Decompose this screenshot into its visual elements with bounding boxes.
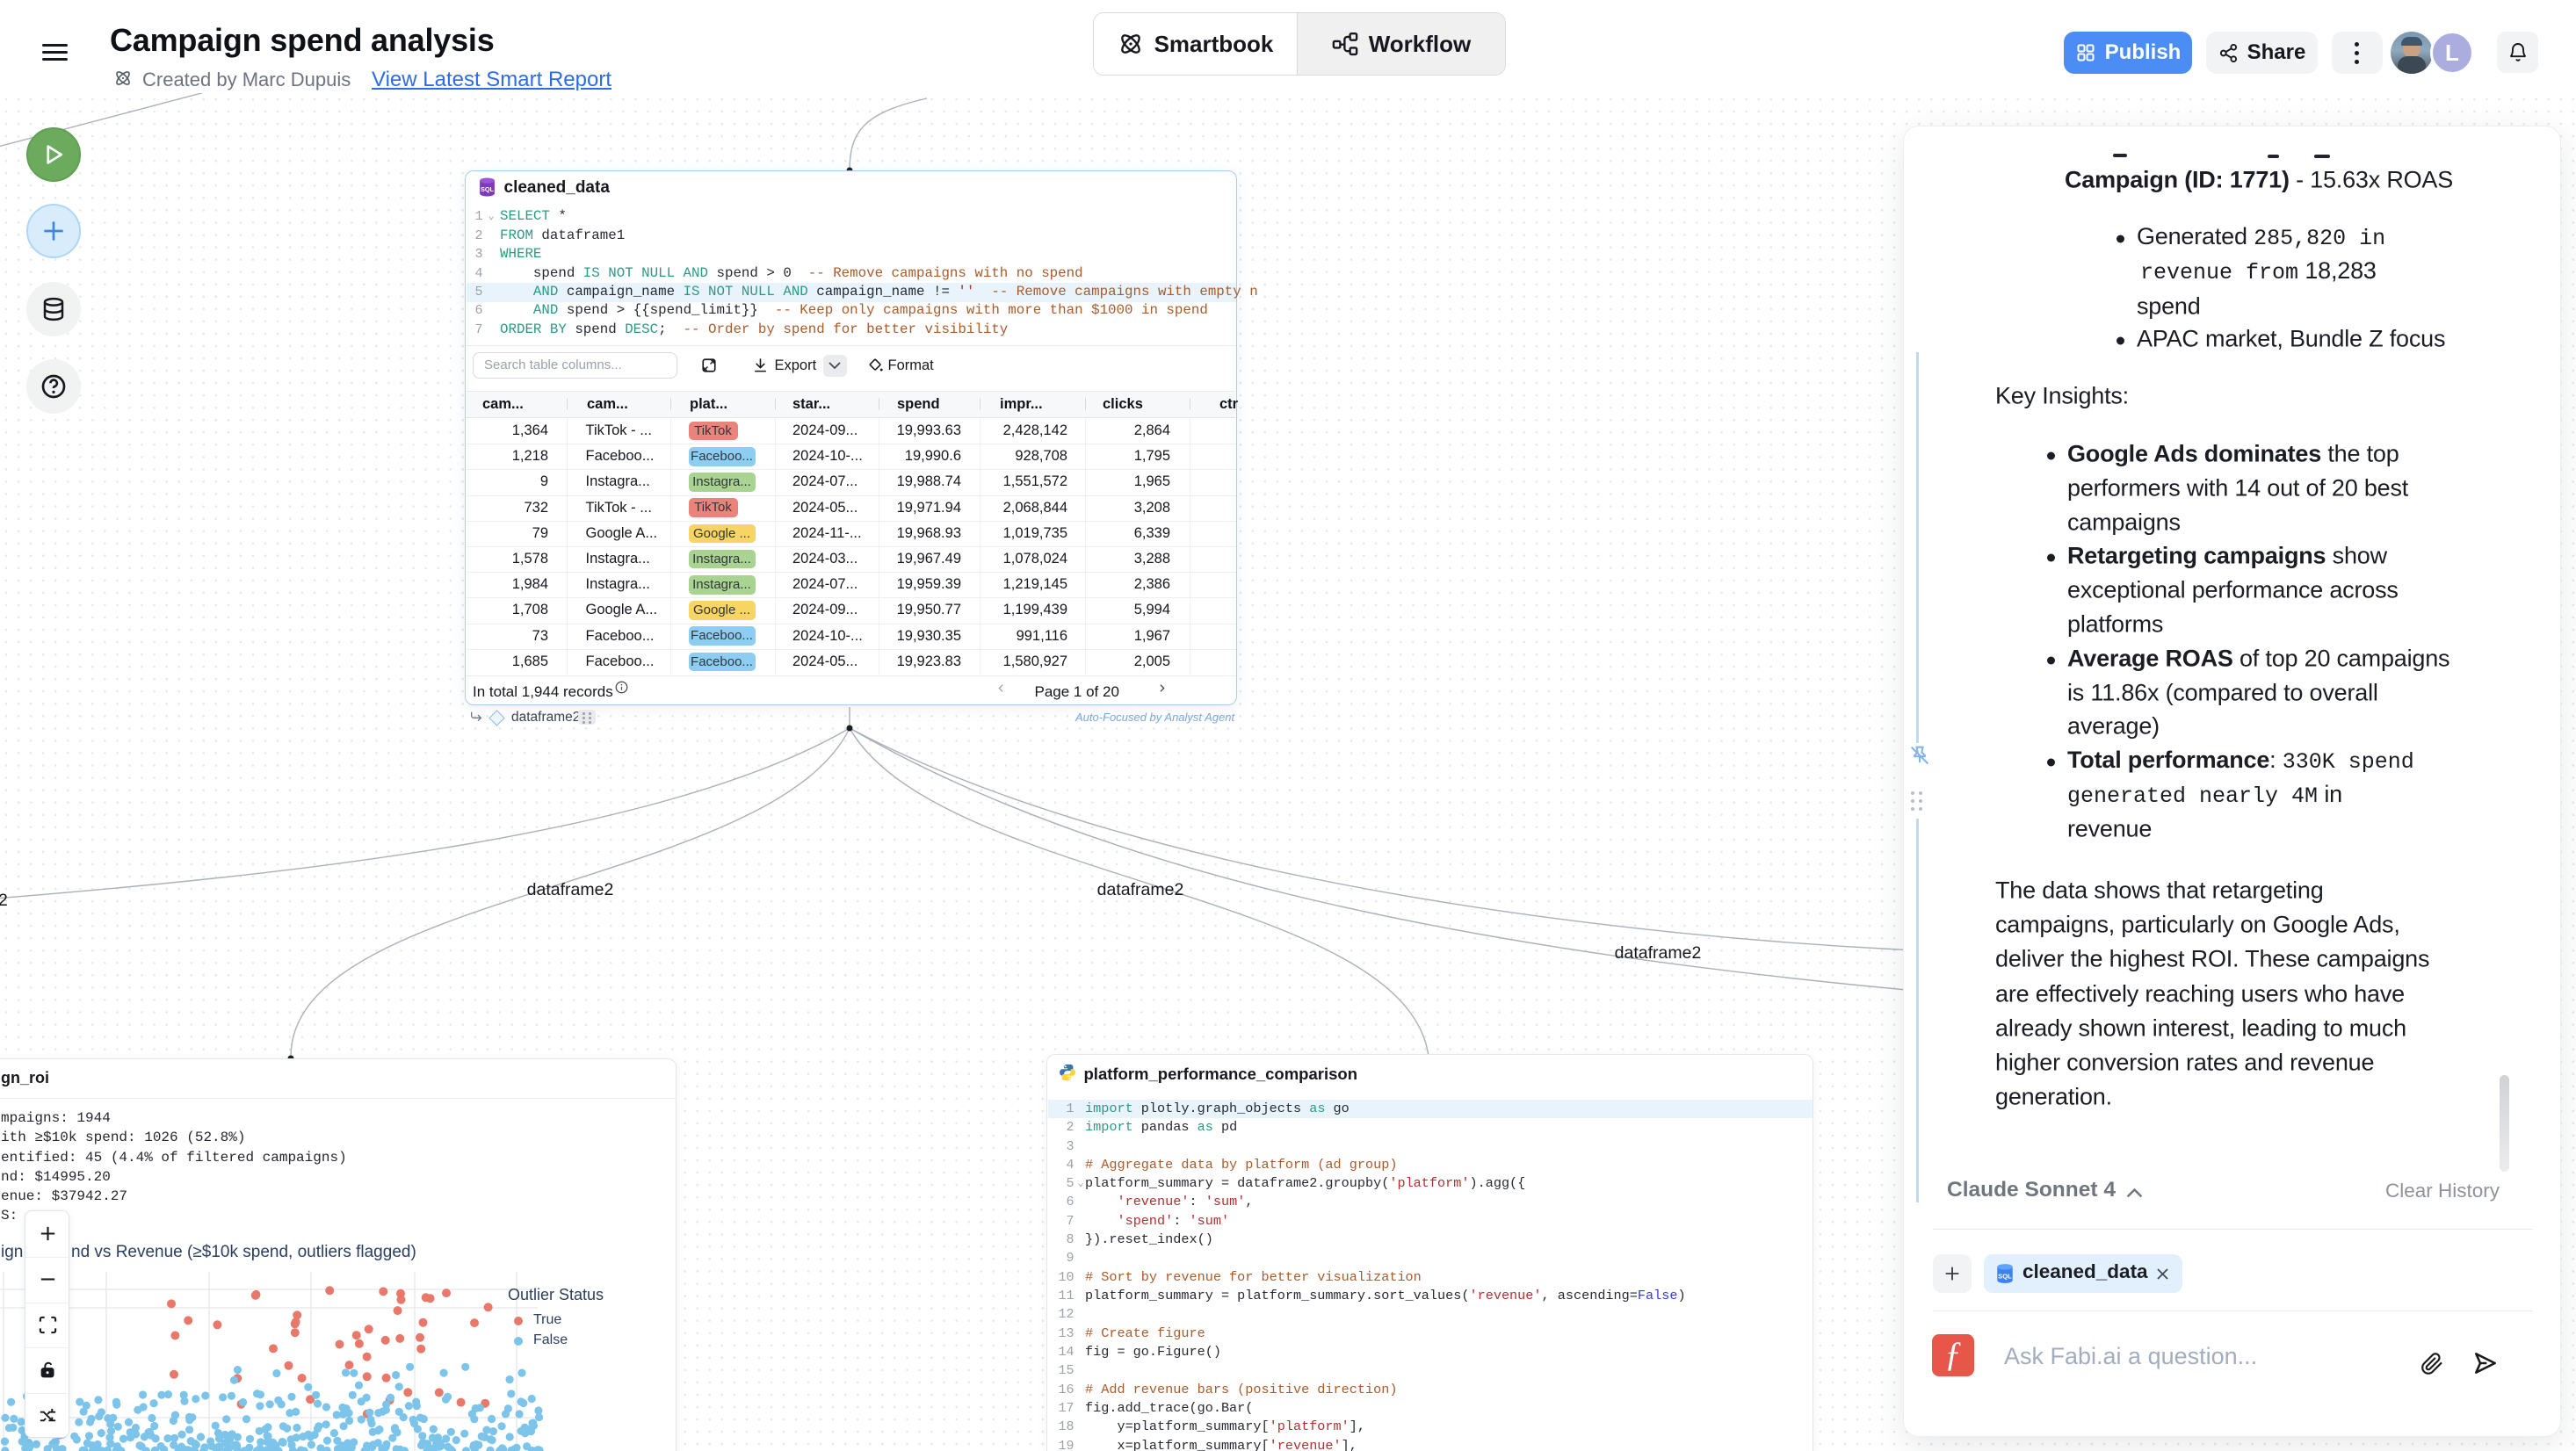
svg-text:SQL: SQL xyxy=(1998,1272,2012,1280)
svg-text:SQL: SQL xyxy=(480,185,494,193)
